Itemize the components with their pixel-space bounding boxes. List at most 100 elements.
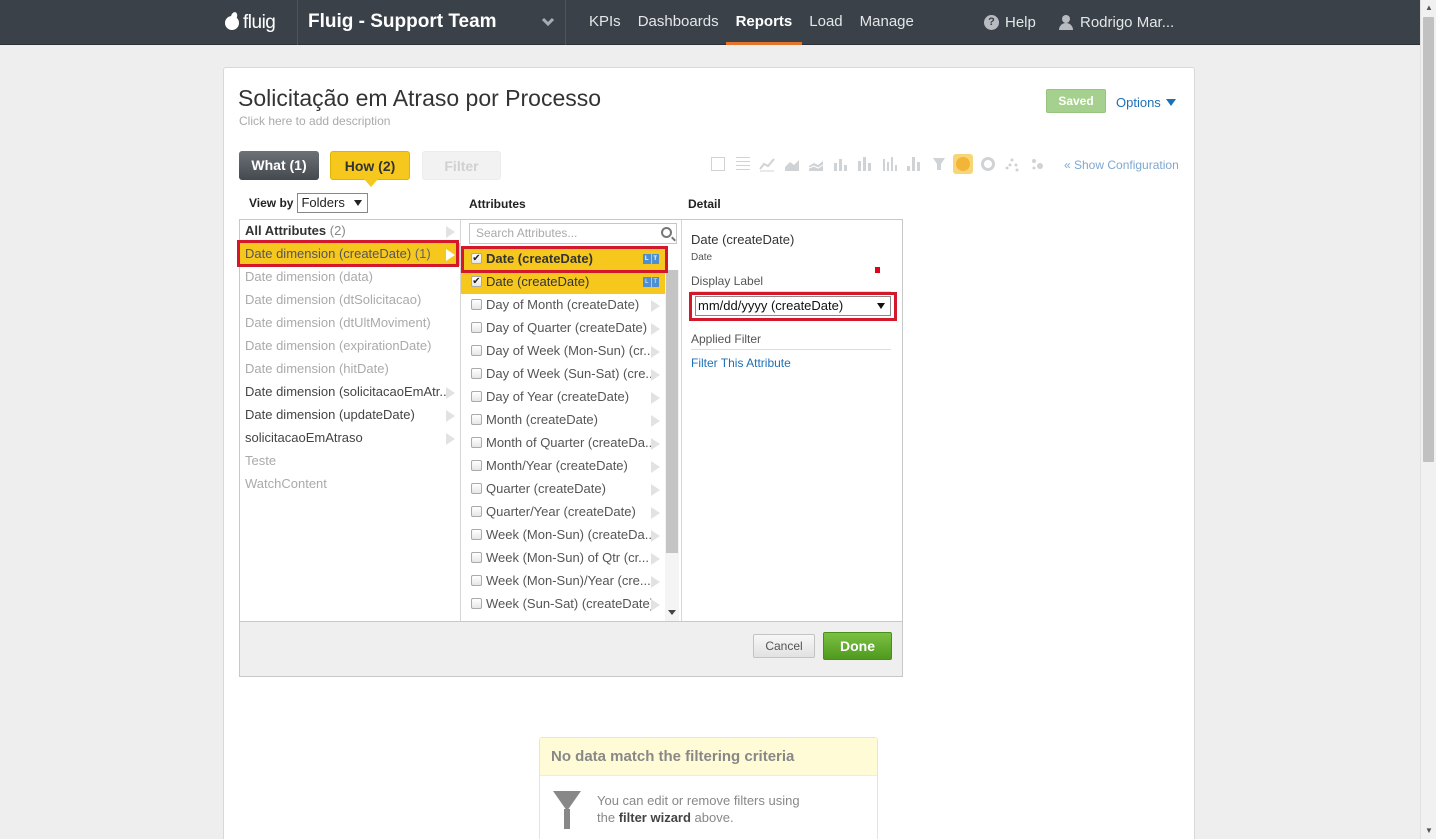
funnel-icon[interactable] xyxy=(931,156,947,172)
folder-item[interactable]: Date dimension (expirationDate) xyxy=(240,335,460,358)
checkbox[interactable] xyxy=(471,529,482,540)
folder-item[interactable]: Date dimension (dtSolicitacao) xyxy=(240,289,460,312)
done-button[interactable]: Done xyxy=(823,632,892,660)
report-description[interactable]: Click here to add description xyxy=(239,114,390,128)
checkbox[interactable] xyxy=(471,345,482,356)
scroll-down-arrow-icon[interactable] xyxy=(668,610,676,615)
attribute-item[interactable]: ✔ Date (createDate) L T xyxy=(461,271,665,294)
scroll-down-arrow-icon[interactable]: ▼ xyxy=(1421,823,1436,839)
nav-reports[interactable]: Reports xyxy=(725,0,802,45)
logo-text: fluig xyxy=(243,12,276,33)
attribute-item[interactable]: Day of Quarter (createDate) xyxy=(461,317,665,340)
options-menu[interactable]: Options xyxy=(1116,95,1176,110)
no-data-title: No data match the filtering criteria xyxy=(540,738,877,776)
attribute-item[interactable]: Week (Sun-Sat) (createDate) xyxy=(461,593,665,616)
dropdown-arrow-icon xyxy=(877,303,885,309)
attribute-item[interactable]: Week (Mon-Sun) (createDa... xyxy=(461,524,665,547)
step-how-button[interactable]: How (2) xyxy=(330,151,410,187)
attribute-item[interactable]: Week (Mon-Sun) of Qtr (cr... xyxy=(461,547,665,570)
heat-icon[interactable] xyxy=(1029,156,1045,172)
checkbox[interactable] xyxy=(471,322,482,333)
checkbox[interactable] xyxy=(471,391,482,402)
stacked-bar-icon[interactable] xyxy=(857,156,873,172)
pie-icon[interactable] xyxy=(953,154,973,174)
report-title[interactable]: Solicitação em Atraso por Processo xyxy=(238,85,601,112)
folder-item[interactable]: Date dimension (data) xyxy=(240,266,460,289)
checkbox[interactable] xyxy=(471,575,482,586)
show-configuration-link[interactable]: « Show Configuration xyxy=(1064,158,1179,172)
checkbox[interactable] xyxy=(471,368,482,379)
nav-dashboards[interactable]: Dashboards xyxy=(638,0,719,45)
display-label-select[interactable]: mm/dd/yyyy (createDate) xyxy=(695,296,891,316)
help-label: Help xyxy=(1005,14,1036,31)
checkbox[interactable] xyxy=(471,460,482,471)
attribute-item[interactable]: Quarter (createDate) xyxy=(461,478,665,501)
attribute-item[interactable]: Day of Year (createDate) xyxy=(461,386,665,409)
folder-item[interactable]: WatchContent xyxy=(240,473,460,496)
folder-item[interactable]: Teste xyxy=(240,450,460,473)
checkbox[interactable] xyxy=(471,483,482,494)
search-attributes-input[interactable]: Search Attributes... xyxy=(469,223,677,244)
attribute-item[interactable]: Quarter/Year (createDate) xyxy=(461,501,665,524)
scrollbar-thumb[interactable] xyxy=(1423,17,1434,462)
checkbox-checked[interactable]: ✔ xyxy=(471,276,482,287)
bubble-icon[interactable] xyxy=(906,156,922,172)
step-filter-button[interactable]: Filter xyxy=(422,151,501,180)
nav-load[interactable]: Load xyxy=(809,0,842,45)
column-icon[interactable] xyxy=(882,156,898,172)
expand-arrow-icon xyxy=(651,507,660,519)
checkbox[interactable] xyxy=(471,414,482,425)
area-icon[interactable] xyxy=(784,156,800,172)
nav-manage[interactable]: Manage xyxy=(860,0,914,45)
folder-item[interactable]: Date dimension (solicitacaoEmAtr... xyxy=(240,381,460,404)
fluig-logo[interactable]: fluig xyxy=(222,10,282,36)
folder-item[interactable]: Date dimension (hitDate) xyxy=(240,358,460,381)
folder-item[interactable]: solicitacaoEmAtraso xyxy=(240,427,460,450)
checkbox[interactable] xyxy=(471,598,482,609)
checkbox[interactable] xyxy=(471,299,482,310)
user-menu[interactable]: Rodrigo Mar... xyxy=(1059,14,1174,31)
attribute-item[interactable]: Day of Week (Mon-Sun) (cr... xyxy=(461,340,665,363)
cancel-button[interactable]: Cancel xyxy=(753,634,815,658)
dropdown-arrow-icon xyxy=(354,200,363,206)
scroll-up-arrow-icon[interactable]: ▲ xyxy=(1421,0,1436,16)
folder-item[interactable]: Date dimension (createDate) (1) xyxy=(240,243,460,266)
folder-item[interactable]: Date dimension (dtUltMoviment) xyxy=(240,312,460,335)
table-icon[interactable] xyxy=(710,156,726,172)
options-label: Options xyxy=(1116,95,1161,110)
nav-kpis[interactable]: KPIs xyxy=(589,0,621,45)
line-icon[interactable] xyxy=(759,156,775,172)
checkbox-checked[interactable]: ✔ xyxy=(471,253,482,264)
attribute-item[interactable]: Day of Month (createDate) xyxy=(461,294,665,317)
help-link[interactable]: ? Help xyxy=(984,14,1036,31)
checkbox[interactable] xyxy=(471,552,482,563)
step-what-button[interactable]: What (1) xyxy=(239,151,319,180)
scrollbar-thumb[interactable] xyxy=(666,270,678,553)
search-icon[interactable] xyxy=(661,227,672,238)
display-label-value: mm/dd/yyyy (createDate) xyxy=(698,298,844,313)
attribute-item[interactable]: Month (createDate) xyxy=(461,409,665,432)
user-name: Rodrigo Mar... xyxy=(1080,14,1175,31)
view-by-select[interactable]: Folders xyxy=(297,193,369,213)
filter-attribute-link[interactable]: Filter This Attribute xyxy=(691,356,791,370)
folder-item[interactable]: Date dimension (updateDate) xyxy=(240,404,460,427)
scatter-icon[interactable] xyxy=(1004,156,1020,172)
expand-arrow-icon xyxy=(651,553,660,565)
attribute-item[interactable]: Week (Mon-Sun)/Year (cre... xyxy=(461,570,665,593)
team-title[interactable]: Fluig - Support Team xyxy=(308,11,497,33)
saved-button[interactable]: Saved xyxy=(1046,89,1106,113)
attribute-list-scrollbar[interactable] xyxy=(665,270,679,621)
donut-icon[interactable] xyxy=(980,156,996,172)
attribute-item[interactable]: Month of Quarter (createDa... xyxy=(461,432,665,455)
attribute-item[interactable]: Day of Week (Sun-Sat) (cre... xyxy=(461,363,665,386)
grid-icon[interactable] xyxy=(735,156,751,172)
checkbox[interactable] xyxy=(471,506,482,517)
folder-item[interactable]: All Attributes (2) xyxy=(240,220,460,243)
attribute-item[interactable]: ✔ Date (createDate) L T xyxy=(461,248,665,271)
page-scrollbar[interactable]: ▲ ▼ xyxy=(1420,0,1436,839)
chevron-down-icon[interactable] xyxy=(541,16,555,28)
stacked-area-icon[interactable] xyxy=(808,156,824,172)
attribute-item[interactable]: Month/Year (createDate) xyxy=(461,455,665,478)
checkbox[interactable] xyxy=(471,437,482,448)
bar-icon[interactable] xyxy=(833,156,849,172)
